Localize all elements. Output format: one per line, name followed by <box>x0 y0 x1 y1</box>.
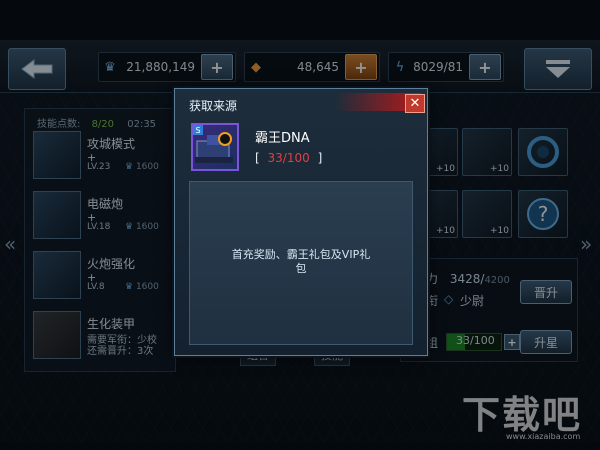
dialog-title: 获取来源 <box>189 99 238 113</box>
source-list: 首充奖励、霸王礼包及VIP礼包 <box>189 181 413 345</box>
item-type-badge-icon: S <box>193 125 203 135</box>
close-button[interactable]: ✕ <box>405 94 425 113</box>
source-text: 首充奖励、霸王礼包及VIP礼包 <box>231 248 371 275</box>
item-name: 霸王DNA <box>255 131 310 146</box>
item-count-value: 33/100 <box>267 151 310 165</box>
watermark-logo: 下载吧 <box>462 393 583 437</box>
acquire-source-dialog: 获取来源 ✕ S 霸王DNA [ 33/100 ] 首充奖励、霸王礼包及VIP礼… <box>174 88 428 356</box>
item-count: [ 33/100 ] <box>255 151 322 165</box>
close-icon: ✕ <box>409 96 421 111</box>
count-bracket-open: [ <box>255 151 260 165</box>
count-bracket-close: ] <box>317 151 323 165</box>
watermark-url: www.xiazaiba.com <box>506 432 581 441</box>
